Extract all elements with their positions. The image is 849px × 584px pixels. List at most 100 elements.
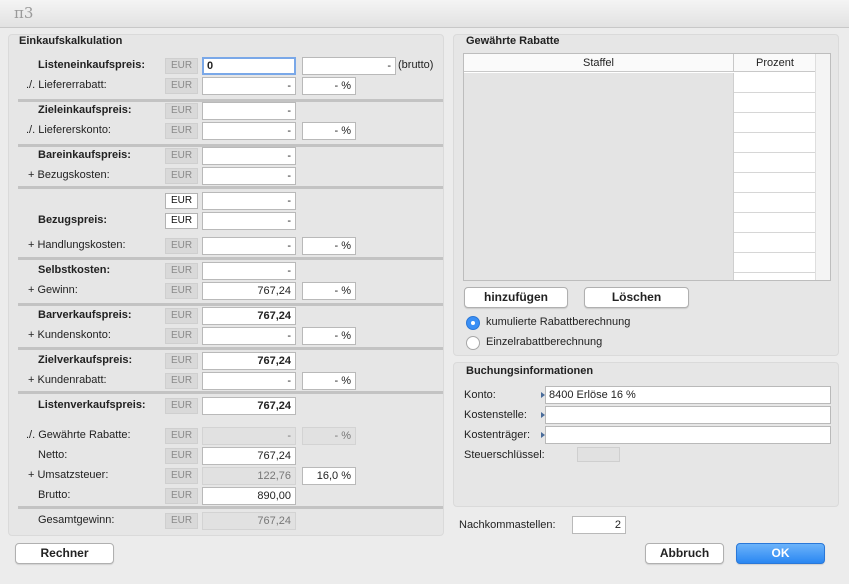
gesamtgewinn-label: Gesamtgewinn: — [38, 514, 115, 526]
barverkaufspreis-input[interactable]: 767,24 — [202, 307, 296, 325]
separator — [18, 391, 443, 394]
table-row[interactable] — [464, 193, 816, 213]
row-bezugskosten-extra: EUR - — [0, 191, 430, 211]
row-liefererskonto: ./. Liefererskonto: EUR - - % — [0, 121, 430, 141]
row-gesamtgewinn: Gesamtgewinn: EUR 767,24 — [0, 511, 430, 531]
row-gewaehrte-rabatte: ./. Gewährte Rabatte: EUR - - % — [0, 426, 430, 446]
table-row[interactable] — [464, 73, 816, 93]
rabatte-table[interactable]: Staffel Prozent — [463, 53, 831, 281]
currency-label: EUR — [165, 148, 198, 164]
zielverkaufspreis-input[interactable]: 767,24 — [202, 352, 296, 370]
bezugskosten-input[interactable]: - — [202, 167, 296, 185]
liefererrabatt-input[interactable]: - — [202, 77, 296, 95]
listeneinkaufspreis-brutto-input[interactable]: - — [302, 57, 396, 75]
nachkommastellen-label: Nachkommastellen: — [459, 519, 556, 531]
currency-select[interactable]: EUR — [165, 213, 198, 229]
table-row[interactable] — [464, 253, 816, 273]
row-kundenskonto: + Kundenskonto: EUR - - % — [0, 326, 430, 346]
row-listeneinkaufspreis: Listeneinkaufspreis: EUR 0 - (brutto) — [0, 56, 433, 76]
table-row[interactable] — [464, 153, 816, 173]
einzelrabatt-radio[interactable] — [466, 336, 480, 350]
column-header-staffel[interactable]: Staffel — [464, 54, 734, 72]
bareinkaufspreis-input[interactable]: - — [202, 147, 296, 165]
liefererskonto-input[interactable]: - — [202, 122, 296, 140]
handlungskosten-percent-input[interactable]: - % — [302, 237, 356, 255]
konto-label: Konto: — [464, 389, 496, 401]
einzelrabatt-radio-label: Einzelrabattberechnung — [486, 336, 603, 348]
listenverkaufspreis-input[interactable]: 767,24 — [202, 397, 296, 415]
steuerschluessel-field — [577, 447, 620, 462]
row-handlungskosten: + Handlungskosten: EUR - - % — [0, 236, 430, 256]
barverkaufspreis-label: Barverkaufspreis: — [38, 309, 132, 321]
currency-label: EUR — [165, 468, 198, 484]
row-listenverkaufspreis: Listenverkaufspreis: EUR 767,24 — [0, 396, 430, 416]
liefererrabatt-percent-input[interactable]: - % — [302, 77, 356, 95]
table-row[interactable] — [464, 273, 816, 280]
currency-label: EUR — [165, 428, 198, 444]
loeschen-button[interactable]: Löschen — [584, 287, 689, 308]
currency-label: EUR — [165, 263, 198, 279]
gewaehrte-rabatte-value: - — [202, 427, 296, 445]
selbstkosten-input[interactable]: - — [202, 262, 296, 280]
zieleinkaufspreis-label: Zieleinkaufspreis: — [38, 104, 132, 116]
kostenstelle-input[interactable] — [545, 406, 831, 424]
kundenrabatt-label: + Kundenrabatt: — [28, 374, 107, 386]
table-row[interactable] — [464, 233, 816, 253]
currency-label: EUR — [165, 103, 198, 119]
nachkommastellen-input[interactable]: 2 — [572, 516, 626, 534]
kundenskonto-input[interactable]: - — [202, 327, 296, 345]
table-scrollbar[interactable] — [815, 54, 830, 280]
zieleinkaufspreis-input[interactable]: - — [202, 102, 296, 120]
kostentraeger-input[interactable] — [545, 426, 831, 444]
umsatzsteuer-label: + Umsatzsteuer: — [28, 469, 109, 481]
umsatzsteuer-percent-input[interactable]: 16,0 % — [302, 467, 356, 485]
abbruch-button[interactable]: Abbruch — [645, 543, 724, 564]
table-row[interactable] — [464, 113, 816, 133]
brutto-input[interactable]: 890,00 — [202, 487, 296, 505]
bezugskosten-extra-input[interactable]: - — [202, 192, 296, 210]
umsatzsteuer-value: 122,76 — [202, 467, 296, 485]
kundenrabatt-percent-input[interactable]: - % — [302, 372, 356, 390]
listeneinkaufspreis-input[interactable]: 0 — [202, 57, 296, 75]
handlungskosten-input[interactable]: - — [202, 237, 296, 255]
currency-label: EUR — [165, 58, 198, 74]
row-bezugspreis: Bezugspreis: EUR - — [0, 211, 430, 231]
currency-label: EUR — [165, 283, 198, 299]
column-header-prozent[interactable]: Prozent — [734, 54, 816, 72]
kundenrabatt-input[interactable]: - — [202, 372, 296, 390]
title-bar: π3 — [0, 0, 849, 28]
gewaehrte-rabatte-percent: - % — [302, 427, 356, 445]
currency-label: EUR — [165, 398, 198, 414]
kumulierte-radio[interactable] — [466, 316, 480, 330]
kundenskonto-percent-input[interactable]: - % — [302, 327, 356, 345]
hinzufuegen-button[interactable]: hinzufügen — [464, 287, 568, 308]
netto-label: Netto: — [38, 449, 68, 461]
konto-input[interactable]: 8400 Erlöse 16 % — [545, 386, 831, 404]
gewaehrte-rabatte-label: ./. Gewährte Rabatte: — [26, 429, 131, 441]
separator — [18, 186, 443, 189]
netto-input[interactable]: 767,24 — [202, 447, 296, 465]
rechner-button[interactable]: Rechner — [15, 543, 114, 564]
row-netto: Netto: EUR 767,24 — [0, 446, 430, 466]
currency-label: EUR — [165, 488, 198, 504]
liefererskonto-percent-input[interactable]: - % — [302, 122, 356, 140]
table-row[interactable] — [464, 133, 816, 153]
separator — [18, 347, 443, 350]
listeneinkaufspreis-label: Listeneinkaufspreis: — [38, 59, 145, 71]
table-row[interactable] — [464, 173, 816, 193]
bezugskosten-label: + Bezugskosten: — [28, 169, 110, 181]
selbstkosten-label: Selbstkosten: — [38, 264, 111, 276]
table-row[interactable] — [464, 93, 816, 113]
currency-label: EUR — [165, 353, 198, 369]
table-row[interactable] — [464, 213, 816, 233]
gewinn-percent-input[interactable]: - % — [302, 282, 356, 300]
bezugspreis-input[interactable]: - — [202, 212, 296, 230]
handlungskosten-label: + Handlungskosten: — [28, 239, 126, 251]
ok-button[interactable]: OK — [736, 543, 825, 564]
currency-label: EUR — [165, 168, 198, 184]
gewinn-input[interactable]: 767,24 — [202, 282, 296, 300]
row-zieleinkaufspreis: Zieleinkaufspreis: EUR - — [0, 101, 430, 121]
currency-select[interactable]: EUR — [165, 193, 198, 209]
currency-label: EUR — [165, 328, 198, 344]
bezugspreis-label: Bezugspreis: — [38, 214, 108, 226]
